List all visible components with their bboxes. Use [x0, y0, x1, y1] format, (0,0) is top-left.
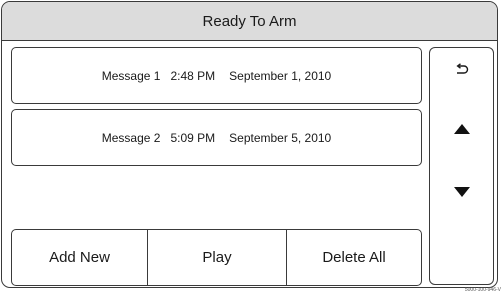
document-id: 5000-100-946-V — [464, 287, 501, 293]
delete-all-button[interactable]: Delete All — [286, 229, 422, 286]
message-date: September 1, 2010 — [229, 68, 332, 83]
play-label: Play — [202, 249, 232, 266]
triangle-down-icon — [453, 187, 470, 197]
delete-all-label: Delete All — [322, 249, 386, 266]
add-new-label: Add New — [49, 249, 110, 266]
scroll-up-button[interactable] — [430, 109, 493, 149]
scroll-down-button[interactable] — [430, 172, 493, 212]
page-title: Ready To Arm — [202, 12, 297, 30]
message-label: Message 2 — [101, 130, 161, 145]
message-item[interactable]: Message 1 2:48 PM September 1, 2010 — [11, 47, 422, 104]
message-time: 5:09 PM — [170, 130, 216, 145]
return-arrow-icon — [455, 63, 468, 74]
message-time: 2:48 PM — [170, 68, 216, 83]
back-button[interactable] — [430, 50, 493, 90]
add-new-button[interactable]: Add New — [11, 229, 148, 286]
message-item[interactable]: Message 2 5:09 PM September 5, 2010 — [11, 109, 422, 166]
message-label: Message 1 — [101, 68, 161, 83]
side-control-panel — [429, 47, 494, 285]
screen-frame: Ready To Arm Message 1 2:48 PM September… — [1, 1, 498, 288]
triangle-up-icon — [453, 124, 470, 134]
play-button[interactable]: Play — [147, 229, 287, 286]
title-bar: Ready To Arm — [2, 2, 497, 41]
message-date: September 5, 2010 — [229, 130, 332, 145]
